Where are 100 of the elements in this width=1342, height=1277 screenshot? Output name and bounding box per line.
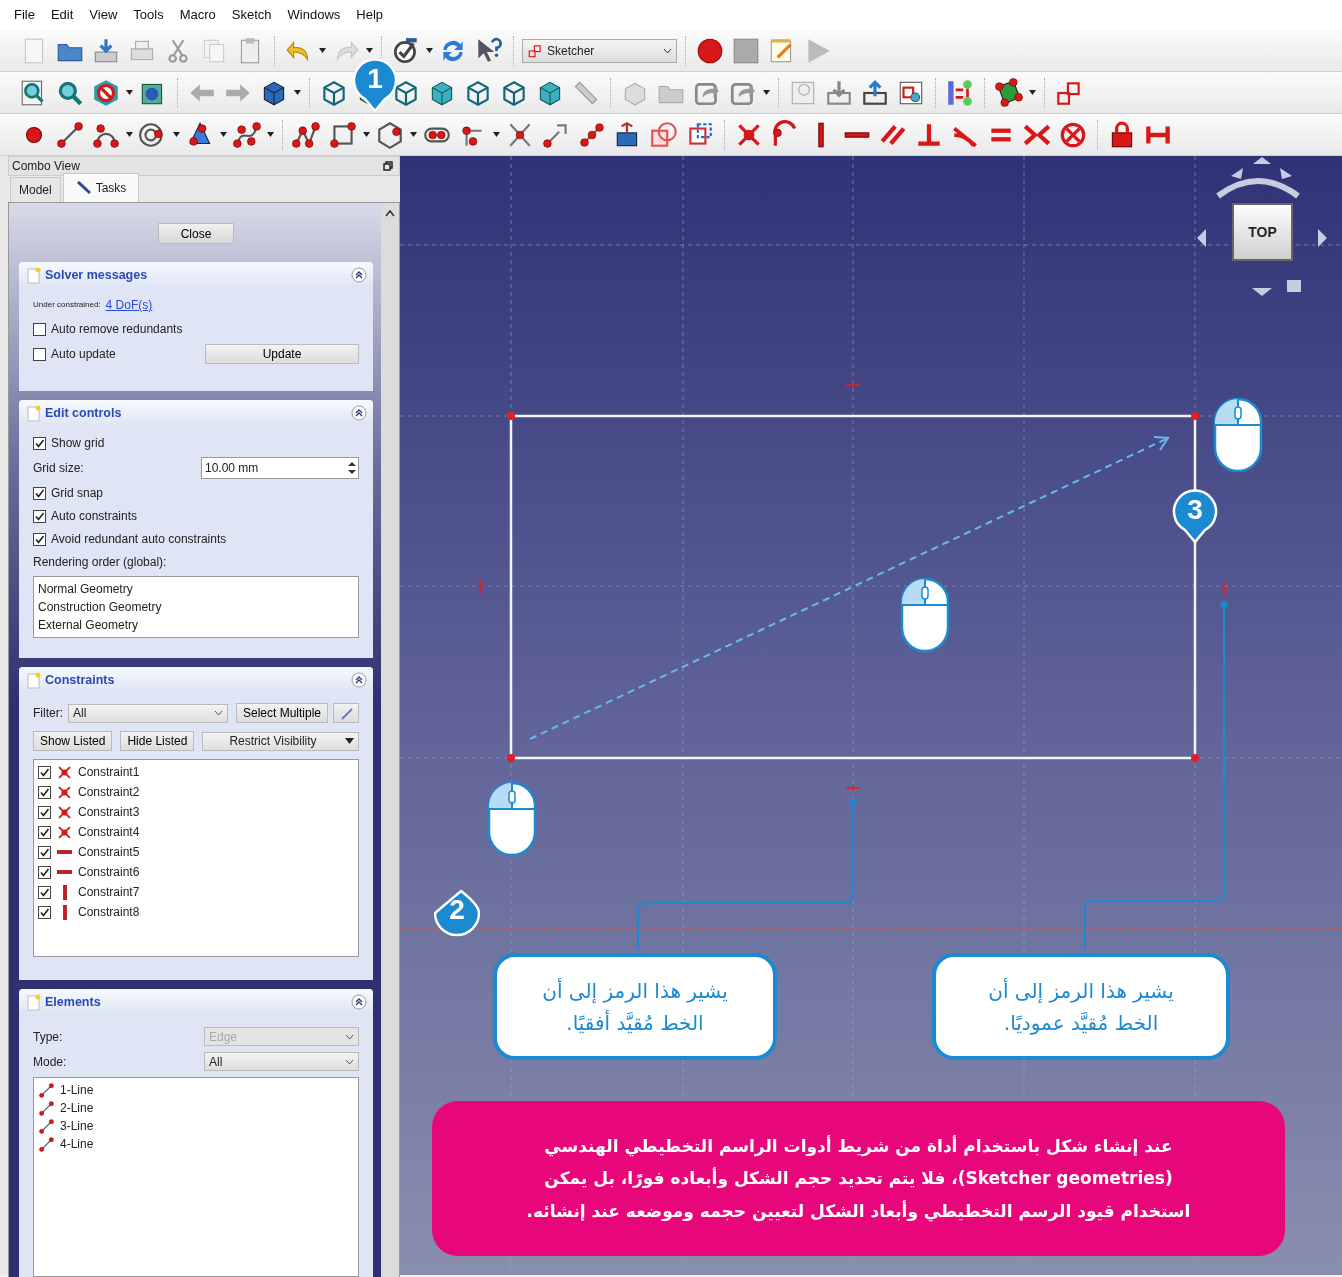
checkbox[interactable] [33, 436, 46, 450]
checkbox[interactable] [33, 532, 46, 546]
checkbox-label: Auto update [51, 346, 116, 363]
menu-item[interactable]: Sketch [231, 5, 272, 25]
field-label: Mode: [33, 1053, 67, 1071]
list-item[interactable]: 4-Line [60, 1135, 94, 1153]
panel-title: Elements [45, 993, 102, 1011]
filter-dropdown[interactable]: All [68, 703, 228, 723]
caret-icon[interactable] [345, 738, 354, 744]
menu-item[interactable]: View [89, 5, 118, 25]
caret-icon[interactable] [267, 132, 274, 137]
collapse-icon[interactable] [351, 672, 367, 688]
menu-item[interactable]: Tools [133, 5, 164, 25]
chevron-icon[interactable] [663, 47, 672, 54]
field-label: Filter: [33, 705, 63, 722]
horizontal-constraint-icon [57, 850, 72, 854]
caret-icon[interactable] [363, 132, 370, 137]
checkbox[interactable] [33, 486, 46, 500]
checkbox[interactable] [38, 885, 51, 899]
caret-icon[interactable] [173, 132, 180, 137]
spin-arrows-icon[interactable] [346, 459, 358, 477]
restrict-visibility-dropdown[interactable]: Restrict Visibility [202, 731, 359, 751]
settings-button[interactable] [333, 703, 359, 723]
dof-link[interactable]: 4 DoF(s) [105, 296, 153, 314]
list-item[interactable]: Constraint8 [78, 903, 140, 921]
checkbox[interactable] [38, 865, 51, 879]
menu-item[interactable]: Edit [50, 5, 74, 25]
tab[interactable]: Tasks [62, 173, 140, 202]
step-callout-tooltip: 1 [352, 56, 398, 112]
update-button[interactable]: Update [205, 344, 359, 364]
horizontal-constraint-icon [57, 870, 72, 874]
list-item[interactable]: Constraint4 [78, 823, 140, 841]
scroll-up-icon[interactable] [385, 209, 395, 217]
list-item[interactable]: Constraint3 [78, 803, 140, 821]
list-item[interactable]: Constraint6 [78, 863, 140, 881]
chevron-icon[interactable] [345, 1058, 354, 1065]
line-icon [38, 1081, 55, 1099]
sketch-face-icon[interactable] [993, 76, 1025, 109]
field-label: Grid size: [33, 460, 84, 477]
checkbox[interactable] [33, 509, 46, 523]
caret-icon[interactable] [763, 90, 770, 95]
caret-icon[interactable] [1029, 90, 1036, 95]
scrollbar[interactable] [381, 203, 399, 1277]
list-item[interactable]: Constraint7 [78, 883, 140, 901]
collapse-icon[interactable] [351, 267, 367, 283]
menu-item[interactable]: Windows [287, 5, 341, 25]
mode-dropdown[interactable]: All [204, 1052, 359, 1071]
caret-icon[interactable] [126, 90, 133, 95]
chevron-icon[interactable] [213, 710, 223, 716]
checkbox[interactable] [38, 765, 51, 779]
list-item[interactable]: Constraint5 [78, 843, 140, 861]
caret-icon[interactable] [493, 132, 500, 137]
rendering-order-list[interactable]: Normal Geometry Construction Geometry External Geometry [33, 576, 359, 638]
checkbox[interactable] [38, 825, 51, 839]
menu-item[interactable]: File [14, 5, 35, 25]
checkbox[interactable] [38, 785, 51, 799]
select-multiple-button[interactable]: Select Multiple [235, 703, 328, 723]
checkbox[interactable] [38, 845, 51, 859]
list-button[interactable]: Hide Listed [120, 731, 195, 751]
element-list[interactable]: 1-Line 2-Line 3-Line 4-Line [33, 1077, 359, 1277]
caret-icon[interactable] [319, 48, 326, 53]
checkbox[interactable] [38, 805, 51, 819]
view-rotation-arrows-drawing[interactable] [1197, 157, 1327, 296]
line-icon [38, 1117, 55, 1135]
panel-title: Edit controls [45, 404, 123, 422]
caret-icon[interactable] [426, 48, 433, 53]
list-item[interactable]: External Geometry [38, 616, 354, 634]
grid-size-field[interactable]: 10.00 mm [201, 457, 359, 479]
close-button[interactable]: Close [158, 223, 234, 244]
field-label: Rendering order (global): [33, 554, 167, 571]
list-item[interactable]: Constraint1 [78, 763, 140, 781]
tab[interactable]: Model [10, 177, 61, 202]
checkbox[interactable] [33, 347, 46, 361]
caret-icon[interactable] [220, 132, 227, 137]
caret-icon[interactable] [410, 132, 417, 137]
checkbox[interactable] [38, 905, 51, 919]
list-item[interactable]: 1-Line [60, 1081, 94, 1099]
list-item[interactable]: Normal Geometry [38, 580, 354, 598]
list-item[interactable]: 2-Line [60, 1099, 94, 1117]
checkbox[interactable] [33, 322, 46, 336]
list-item[interactable]: Constraint2 [78, 783, 140, 801]
list-item[interactable]: Construction Geometry [38, 598, 354, 616]
list-item[interactable]: 3-Line [60, 1117, 94, 1135]
list-button[interactable]: Show Listed [33, 731, 113, 751]
collapse-icon[interactable] [351, 405, 367, 421]
workbench-dropdown[interactable]: Sketcher [522, 38, 677, 63]
float-icon[interactable] [383, 161, 393, 171]
menu-item[interactable]: Help [356, 5, 384, 25]
vertical-constraint-icon [477, 578, 485, 594]
menu-item[interactable]: Macro [179, 5, 216, 25]
constraint-list[interactable]: Constraint1 Constraint2 Constraint3 Constraint4 Constraint5 Constraint6 Constraint7 Constraint8 [33, 759, 359, 957]
caret-icon[interactable] [366, 48, 373, 53]
collapse-icon[interactable] [351, 994, 367, 1010]
line-icon [38, 1135, 55, 1153]
pencil-icon [340, 706, 354, 721]
document-icon [27, 671, 41, 689]
caret-icon[interactable] [294, 90, 301, 95]
caret-icon[interactable] [126, 132, 133, 137]
summary-note: عند إنشاء شكل باستخدام أداة من شريط أدوات الراسم التخطيطي الهندسي (Sketcher geometries)، فلا يتم تحديد حجم الشكل وأبعاده فورًا، بل يمكن استخدام قيود الرسم التخطيطي وأبعاد الشكل لتعيين حجمه وموضعه عند إنشائه. [432, 1101, 1285, 1256]
navigation-cube[interactable]: TOP [1232, 203, 1293, 261]
